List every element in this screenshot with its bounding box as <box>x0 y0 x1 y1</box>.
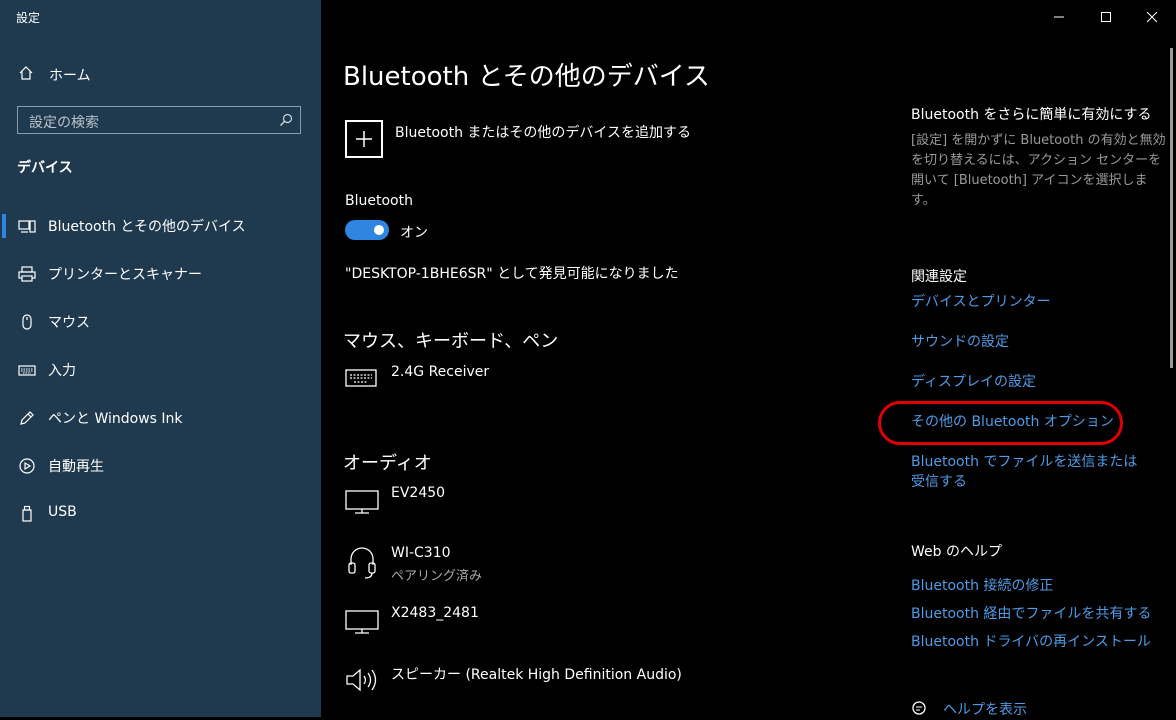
tip-title: Bluetooth をさらに簡単に有効にする <box>911 107 1152 123</box>
web-help-title: Web のヘルプ <box>911 544 1002 560</box>
device-item[interactable]: X2483_2481 <box>345 605 845 635</box>
printer-icon <box>18 265 36 283</box>
group-title-input: マウス、キーボード、ペン <box>343 331 559 352</box>
close-button[interactable] <box>1141 6 1163 28</box>
link-sound-settings[interactable]: サウンドの設定 <box>911 332 1161 352</box>
link-reinstall-drivers[interactable]: Bluetooth ドライバの再インストール <box>911 632 1161 652</box>
link-devices-and-printers[interactable]: デバイスとプリンター <box>911 292 1161 312</box>
sidebar-item-label: 自動再生 <box>48 459 104 475</box>
device-name: 2.4G Receiver <box>391 364 490 380</box>
mouse-icon <box>18 313 36 331</box>
add-device-label[interactable]: Bluetooth またはその他のデバイスを追加する <box>395 122 691 142</box>
maximize-icon <box>1101 12 1111 22</box>
window-title: 設定 <box>16 11 41 25</box>
annotation-highlight <box>878 401 1123 445</box>
bluetooth-toggle[interactable] <box>345 220 389 240</box>
section-title: デバイス <box>17 160 73 176</box>
device-name: スピーカー (Realtek High Definition Audio) <box>391 667 682 683</box>
help-icon <box>911 700 931 717</box>
search-icon[interactable] <box>278 112 294 132</box>
plus-icon <box>356 131 372 147</box>
device-name: X2483_2481 <box>391 605 479 621</box>
sidebar-item-label: マウス <box>48 315 90 331</box>
device-item[interactable]: 2.4G Receiver <box>345 364 845 394</box>
home-link[interactable]: ホーム <box>18 64 91 86</box>
minimize-icon <box>1054 16 1064 18</box>
link-fix-connections[interactable]: Bluetooth 接続の修正 <box>911 576 1161 596</box>
sidebar-item-usb[interactable]: USB <box>0 492 321 536</box>
bluetooth-devices-icon <box>18 217 36 235</box>
device-item[interactable]: スピーカー (Realtek High Definition Audio) <box>345 664 845 698</box>
usb-icon <box>18 505 36 523</box>
sidebar-item-label: 入力 <box>48 363 76 379</box>
minimize-button[interactable] <box>1048 6 1070 28</box>
speaker-icon <box>345 664 379 700</box>
pen-icon <box>18 409 36 427</box>
device-name: WI-C310 <box>391 545 451 561</box>
related-settings-title: 関連設定 <box>911 269 967 285</box>
keyboard-icon <box>18 361 36 379</box>
discoverable-text: "DESKTOP-1BHE6SR" として発見可能になりました <box>345 266 679 282</box>
device-item[interactable]: EV2450 <box>345 485 845 515</box>
sidebar-item-mouse[interactable]: マウス <box>0 300 321 344</box>
page-title: Bluetooth とその他のデバイス <box>343 62 710 92</box>
link-send-receive-files[interactable]: Bluetooth でファイルを送信または受信する <box>911 452 1146 492</box>
home-label: ホーム <box>49 68 91 84</box>
headset-icon <box>345 545 379 585</box>
sidebar-item-bluetooth[interactable]: Bluetooth とその他のデバイス <box>0 204 321 248</box>
tip-text: [設定] を開かずに Bluetooth の有効と無効を切り替えるには、アクショ… <box>911 133 1166 208</box>
sidebar-item-label: プリンターとスキャナー <box>48 267 202 283</box>
link-share-files[interactable]: Bluetooth 経由でファイルを共有する <box>911 604 1161 624</box>
autoplay-icon <box>18 457 36 475</box>
sidebar: 設定 ホーム 設定の検索 デバイス Bluetooth とその他のデバイス プリ… <box>0 0 321 717</box>
device-status: ペアリング済み <box>391 569 483 584</box>
sidebar-item-label: USB <box>48 504 77 520</box>
search-input[interactable]: 設定の検索 <box>17 106 301 134</box>
sidebar-item-printers[interactable]: プリンターとスキャナー <box>0 252 321 296</box>
monitor-icon <box>345 605 379 639</box>
monitor-icon <box>345 485 379 519</box>
search-placeholder: 設定の検索 <box>29 115 99 131</box>
device-name: EV2450 <box>391 485 446 501</box>
sidebar-item-pen[interactable]: ペンと Windows Ink <box>0 396 321 440</box>
toggle-state: オン <box>400 225 428 241</box>
sidebar-item-label: Bluetooth とその他のデバイス <box>48 219 246 235</box>
maximize-button[interactable] <box>1095 6 1117 28</box>
toggle-knob <box>374 225 384 235</box>
get-help-link[interactable]: ヘルプを表示 <box>943 700 1143 720</box>
bluetooth-label: Bluetooth <box>345 193 413 209</box>
scrollbar[interactable] <box>1170 48 1173 368</box>
selection-indicator <box>2 214 6 238</box>
keyboard-icon <box>345 364 377 392</box>
close-icon <box>1146 11 1158 23</box>
add-device-button[interactable] <box>345 120 383 158</box>
link-display-settings[interactable]: ディスプレイの設定 <box>911 372 1161 392</box>
home-icon <box>18 65 40 85</box>
sidebar-item-label: ペンと Windows Ink <box>48 411 183 427</box>
sidebar-item-typing[interactable]: 入力 <box>0 348 321 392</box>
device-item[interactable]: WI-C310 ペアリング済み <box>345 545 845 585</box>
sidebar-item-autoplay[interactable]: 自動再生 <box>0 444 321 488</box>
group-title-audio: オーディオ <box>343 453 432 474</box>
